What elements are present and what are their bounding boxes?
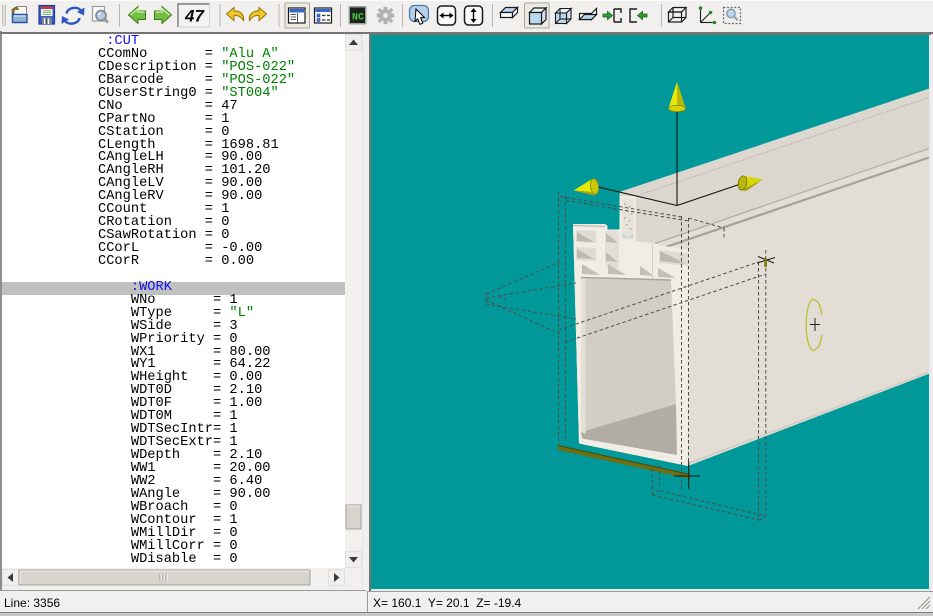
svg-text:47: 47 [184, 7, 205, 26]
svg-text:NC: NC [352, 13, 364, 24]
